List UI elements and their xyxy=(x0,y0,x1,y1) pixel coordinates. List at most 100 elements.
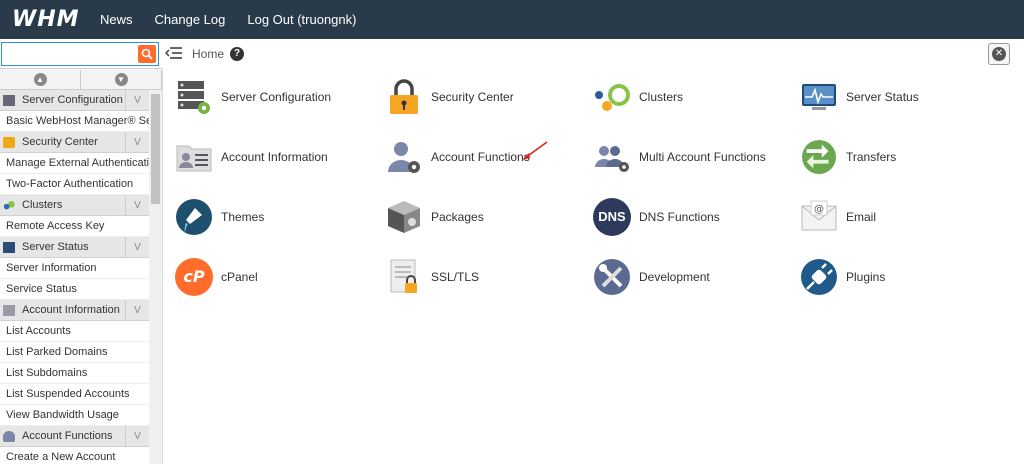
tile-server-status[interactable]: Server Status xyxy=(800,75,1000,119)
chevron-down-icon[interactable]: V xyxy=(125,300,149,321)
sidebar-item[interactable]: Manage External Authentications xyxy=(0,153,149,174)
tile-server-configuration[interactable]: Server Configuration xyxy=(175,75,375,119)
chevron-down-icon[interactable]: V xyxy=(125,426,149,447)
collapse-sidebar-icon[interactable] xyxy=(165,45,183,61)
sidebar-section-security-center[interactable]: Security Center V xyxy=(0,132,149,153)
sidebar-item[interactable]: List Accounts xyxy=(0,321,149,342)
chevron-down-icon[interactable]: V xyxy=(125,90,149,111)
sidebar-arrow-row: ▲ ▼ xyxy=(0,70,162,90)
close-button[interactable]: ✕ xyxy=(988,43,1010,65)
cpanel-icon-text: cP xyxy=(183,267,205,286)
collapse-all-button[interactable]: ▼ xyxy=(81,70,162,89)
tile-label: Server Status xyxy=(846,90,919,104)
svg-text:@: @ xyxy=(814,204,824,215)
clusters-icon xyxy=(3,199,15,211)
server-config-icon xyxy=(178,81,210,114)
envelope-icon: @ xyxy=(801,200,837,231)
expand-all-button[interactable]: ▲ xyxy=(0,70,81,89)
clusters-icon xyxy=(595,84,630,111)
monitor-icon xyxy=(802,84,836,110)
tile-themes[interactable]: Themes xyxy=(175,195,375,239)
sidebar-item[interactable]: List Suspended Accounts xyxy=(0,384,149,405)
account-info-icon xyxy=(176,145,212,172)
scrollbar-thumb[interactable] xyxy=(151,94,160,204)
tile-label: Account Functions xyxy=(431,150,530,164)
sidebar-item[interactable]: Basic WebHost Manager® Setup xyxy=(0,111,149,132)
chevron-down-icon: ▼ xyxy=(114,73,128,86)
tile-label: Security Center xyxy=(431,90,514,104)
search-input[interactable] xyxy=(2,43,136,65)
multi-user-icon xyxy=(595,146,629,172)
sidebar-item[interactable]: Two-Factor Authentication xyxy=(0,174,149,195)
tile-ssl-tls[interactable]: SSL/TLS xyxy=(385,255,585,299)
top-bar: WHM News Change Log Log Out (truongnk) xyxy=(0,0,1024,39)
sidebar-item[interactable]: List Subdomains xyxy=(0,363,149,384)
nav-news-link[interactable]: News xyxy=(100,12,133,27)
chevron-down-icon[interactable]: V xyxy=(125,195,149,216)
sidebar-item[interactable]: Service Status xyxy=(0,279,149,300)
breadcrumb: Home ? xyxy=(192,47,245,61)
tile-plugins[interactable]: Plugins xyxy=(800,255,1000,299)
tile-cpanel[interactable]: cP cPanel xyxy=(175,255,375,299)
tile-dns-functions[interactable]: DNS DNS Functions xyxy=(593,195,793,239)
tile-account-functions[interactable]: Account Functions xyxy=(385,135,585,179)
breadcrumb-home[interactable]: Home xyxy=(192,47,224,61)
tile-label: Account Information xyxy=(221,150,328,164)
sidebar-section-account-information[interactable]: Account Information V xyxy=(0,300,149,321)
tile-label: DNS Functions xyxy=(639,210,720,224)
chevron-down-icon[interactable]: V xyxy=(125,237,149,258)
account-info-icon xyxy=(3,304,15,316)
tile-label: cPanel xyxy=(221,270,258,284)
nav-logout-link[interactable]: Log Out (truongnk) xyxy=(247,12,356,27)
sidebar-section-title: Server Status xyxy=(22,241,89,253)
cpanel-icon: cP xyxy=(175,258,213,296)
paint-icon xyxy=(176,199,212,235)
server-config-icon xyxy=(3,94,15,106)
search-icon xyxy=(141,48,153,60)
tile-email[interactable]: @ Email xyxy=(800,195,1000,239)
tile-label: Packages xyxy=(431,210,484,224)
sidebar-item[interactable]: Remote Access Key xyxy=(0,216,149,237)
sidebar-item[interactable]: List Parked Domains xyxy=(0,342,149,363)
tile-transfers[interactable]: Transfers xyxy=(800,135,1000,179)
tile-multi-account-functions[interactable]: Multi Account Functions xyxy=(593,135,793,179)
tile-development[interactable]: Development xyxy=(593,255,793,299)
tile-label: Multi Account Functions xyxy=(639,150,766,164)
search-box xyxy=(1,42,159,66)
sidebar-item[interactable]: Create a New Account xyxy=(0,447,149,464)
tile-clusters[interactable]: Clusters xyxy=(593,75,793,119)
chevron-down-icon[interactable]: V xyxy=(125,132,149,153)
tile-packages[interactable]: Packages xyxy=(385,195,585,239)
tile-account-information[interactable]: Account Information xyxy=(175,135,375,179)
sidebar-section-account-functions[interactable]: Account Functions V xyxy=(0,426,149,447)
user-gear-icon xyxy=(3,430,15,442)
lock-icon xyxy=(390,79,418,114)
sidebar-item[interactable]: Server Information xyxy=(0,258,149,279)
user-gear-icon xyxy=(388,142,420,173)
monitor-icon xyxy=(3,241,15,253)
tile-label: SSL/TLS xyxy=(431,270,480,284)
tile-security-center[interactable]: Security Center xyxy=(385,75,585,119)
sidebar-section-clusters[interactable]: Clusters V xyxy=(0,195,149,216)
top-nav: News Change Log Log Out (truongnk) xyxy=(100,12,378,27)
tile-label: Server Configuration xyxy=(221,90,332,104)
sidebar-section-title: Security Center xyxy=(22,136,98,148)
sidebar-section-server-configuration[interactable]: Server Configuration V xyxy=(0,90,149,111)
sidebar-item[interactable]: View Bandwidth Usage xyxy=(0,405,149,426)
sidebar: ▲ ▼ Server Configuration V Basic WebHost… xyxy=(0,70,163,464)
sidebar-section-server-status[interactable]: Server Status V xyxy=(0,237,149,258)
dns-icon-text: DNS xyxy=(598,209,626,224)
tools-icon xyxy=(594,259,630,295)
tile-label: Development xyxy=(639,270,710,284)
tile-label: Transfers xyxy=(846,150,897,164)
tile-label: Email xyxy=(846,210,877,224)
whm-logo[interactable]: WHM xyxy=(12,7,92,32)
dns-icon: DNS xyxy=(593,198,631,236)
sidebar-scrollbar[interactable] xyxy=(149,90,162,464)
search-button[interactable] xyxy=(138,45,156,63)
transfer-arrows-icon xyxy=(802,140,836,174)
tile-label: Plugins xyxy=(846,270,886,284)
tile-label: Themes xyxy=(221,210,265,224)
nav-changelog-link[interactable]: Change Log xyxy=(155,12,226,27)
help-icon[interactable]: ? xyxy=(230,47,245,61)
